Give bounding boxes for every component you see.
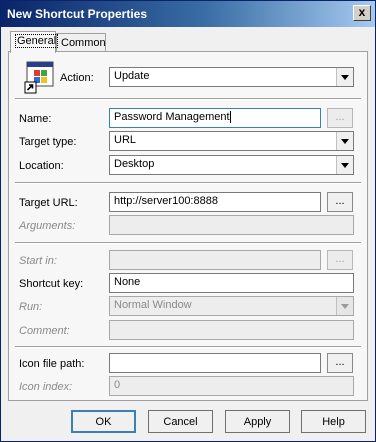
- divider: [15, 346, 361, 348]
- action-value: Update: [114, 70, 150, 82]
- tab-common-label: Common: [61, 37, 106, 49]
- target-type-dropdown-button[interactable]: [336, 132, 353, 150]
- icon-index-label: Icon index:: [19, 381, 73, 393]
- chevron-down-icon: [341, 74, 349, 80]
- target-type-select[interactable]: URL: [109, 131, 354, 151]
- ok-button[interactable]: OK: [71, 410, 136, 433]
- cancel-button[interactable]: Cancel: [148, 410, 213, 433]
- target-url-input[interactable]: http://server100:8888: [109, 192, 321, 212]
- divider: [15, 182, 361, 184]
- location-label: Location:: [19, 160, 64, 172]
- close-button[interactable]: x: [353, 5, 371, 21]
- start-in-browse-button[interactable]: ...: [327, 250, 353, 270]
- action-select[interactable]: Update: [109, 67, 354, 87]
- target-url-label: Target URL:: [19, 197, 78, 209]
- start-in-input[interactable]: [109, 250, 321, 270]
- comment-input[interactable]: [109, 320, 354, 340]
- location-value: Desktop: [114, 158, 155, 170]
- chevron-down-icon: [341, 138, 349, 144]
- help-button[interactable]: Help: [301, 410, 366, 433]
- title-bar[interactable]: New Shortcut Properties x: [1, 1, 375, 27]
- location-select[interactable]: Desktop: [109, 155, 354, 175]
- run-select[interactable]: Normal Window: [109, 296, 354, 316]
- run-label: Run:: [19, 301, 43, 313]
- action-dropdown-button[interactable]: [336, 68, 353, 86]
- arguments-input[interactable]: [109, 215, 354, 235]
- name-browse-button[interactable]: ...: [327, 108, 353, 128]
- start-in-label: Start in:: [19, 255, 57, 267]
- chevron-down-icon: [341, 303, 349, 309]
- run-value: Normal Window: [114, 299, 192, 311]
- shortcut-key-input[interactable]: None: [109, 273, 354, 293]
- general-panel: Action: Update Name: Password Management…: [8, 51, 368, 401]
- dialog-window: New Shortcut Properties x General Common…: [0, 0, 376, 442]
- shortcut-key-value: None: [114, 276, 141, 288]
- divider: [15, 98, 361, 100]
- chevron-down-icon: [341, 162, 349, 168]
- icon-file-path-browse-button[interactable]: ...: [327, 353, 353, 373]
- target-url-value: http://server100:8888: [114, 195, 218, 207]
- tab-general[interactable]: General: [10, 31, 59, 53]
- icon-file-path-input[interactable]: [109, 353, 321, 373]
- text-caret: [229, 111, 231, 124]
- shortcut-key-label: Shortcut key:: [19, 278, 84, 290]
- apply-button[interactable]: Apply: [225, 410, 290, 433]
- arguments-label: Arguments:: [19, 220, 76, 232]
- shortcut-window-icon: [24, 61, 54, 94]
- comment-label: Comment:: [19, 325, 70, 337]
- name-input[interactable]: Password Management: [109, 108, 321, 128]
- tab-general-label: General: [15, 34, 59, 48]
- icon-index-input[interactable]: 0: [109, 376, 354, 396]
- target-type-value: URL: [114, 134, 137, 146]
- divider: [15, 242, 361, 244]
- icon-index-value: 0: [114, 379, 121, 391]
- run-dropdown-button[interactable]: [336, 297, 353, 315]
- icon-file-path-label: Icon file path:: [19, 358, 85, 370]
- name-value: Password Management: [114, 111, 230, 123]
- action-label: Action:: [60, 72, 94, 84]
- name-label: Name:: [19, 113, 52, 125]
- location-dropdown-button[interactable]: [336, 156, 353, 174]
- target-type-label: Target type:: [19, 136, 77, 148]
- tab-common[interactable]: Common: [56, 33, 106, 53]
- window-title: New Shortcut Properties: [7, 7, 148, 21]
- target-url-browse-button[interactable]: ...: [327, 192, 353, 212]
